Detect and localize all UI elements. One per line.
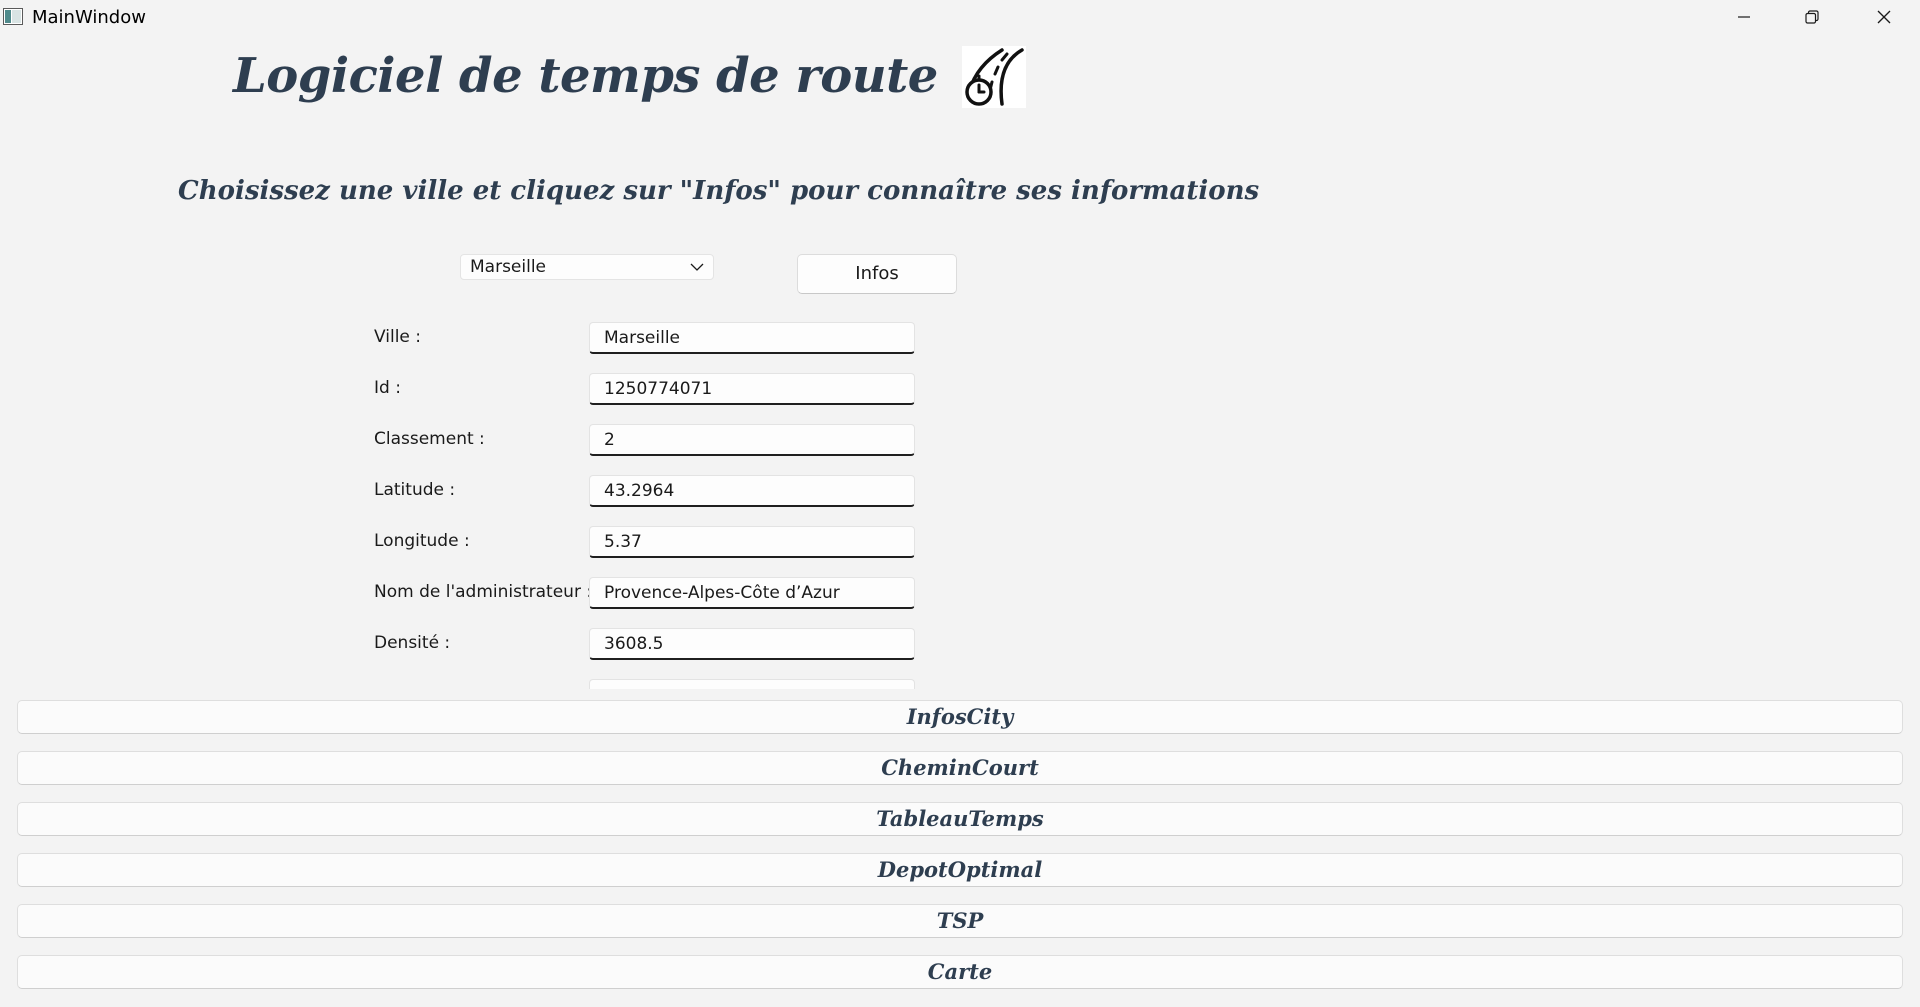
page-button-carte[interactable]: Carte bbox=[17, 955, 1903, 989]
app-window-icon bbox=[3, 8, 23, 25]
page-button-tsp[interactable]: TSP bbox=[17, 904, 1903, 938]
ville-field[interactable]: Marseille bbox=[589, 322, 915, 354]
restore-icon bbox=[1805, 10, 1819, 24]
close-button[interactable] bbox=[1850, 0, 1918, 34]
page-button-tableautemps[interactable]: TableauTemps bbox=[17, 802, 1903, 836]
longitude-label: Longitude : bbox=[374, 531, 470, 551]
page-button-infoscity[interactable]: InfosCity bbox=[17, 700, 1903, 734]
chevron-down-icon bbox=[690, 263, 704, 271]
form-row-longitude: Longitude : 5.37 bbox=[0, 526, 1920, 560]
page-button-depotoptimal[interactable]: DepotOptimal bbox=[17, 853, 1903, 887]
infos-button[interactable]: Infos bbox=[797, 254, 957, 294]
form-row-latitude: Latitude : 43.2964 bbox=[0, 475, 1920, 509]
restore-button[interactable] bbox=[1778, 0, 1846, 34]
classement-label: Classement : bbox=[374, 429, 485, 449]
form-row-id: Id : 1250774071 bbox=[0, 373, 1920, 407]
form-row-partial bbox=[0, 679, 1920, 689]
latitude-label: Latitude : bbox=[374, 480, 456, 500]
minimize-icon bbox=[1738, 16, 1750, 18]
ville-label: Ville : bbox=[374, 327, 422, 347]
main-window: MainWindow Logiciel de temps de route Ch… bbox=[0, 0, 1920, 1007]
id-label: Id : bbox=[374, 378, 401, 398]
city-dropdown[interactable]: Marseille bbox=[460, 254, 714, 280]
densite-label: Densité : bbox=[374, 633, 451, 653]
administrateur-field[interactable]: Provence-Alpes-Côte d’Azur bbox=[589, 577, 915, 609]
road-timer-icon bbox=[962, 46, 1026, 108]
form-row-administrateur: Nom de l'administrateur : Provence-Alpes… bbox=[0, 577, 1920, 611]
minimize-button[interactable] bbox=[1710, 0, 1778, 34]
app-title: Logiciel de temps de route bbox=[233, 48, 938, 104]
partial-field[interactable] bbox=[589, 679, 915, 689]
form-row-classement: Classement : 2 bbox=[0, 424, 1920, 458]
densite-field[interactable]: 3608.5 bbox=[589, 628, 915, 660]
id-field[interactable]: 1250774071 bbox=[589, 373, 915, 405]
city-dropdown-value: Marseille bbox=[470, 257, 547, 277]
page-button-chemincourt[interactable]: CheminCourt bbox=[17, 751, 1903, 785]
longitude-field[interactable]: 5.37 bbox=[589, 526, 915, 558]
latitude-field[interactable]: 43.2964 bbox=[589, 475, 915, 507]
administrateur-label: Nom de l'administrateur : bbox=[374, 582, 593, 602]
form-row-densite: Densité : 3608.5 bbox=[0, 628, 1920, 662]
instructions-subtitle: Choisissez une ville et cliquez sur "Inf… bbox=[178, 176, 1260, 206]
form-row-ville: Ville : Marseille bbox=[0, 322, 1920, 356]
title-bar: MainWindow bbox=[0, 0, 1920, 34]
classement-field[interactable]: 2 bbox=[589, 424, 915, 456]
close-icon bbox=[1877, 10, 1891, 24]
window-title: MainWindow bbox=[32, 7, 146, 28]
